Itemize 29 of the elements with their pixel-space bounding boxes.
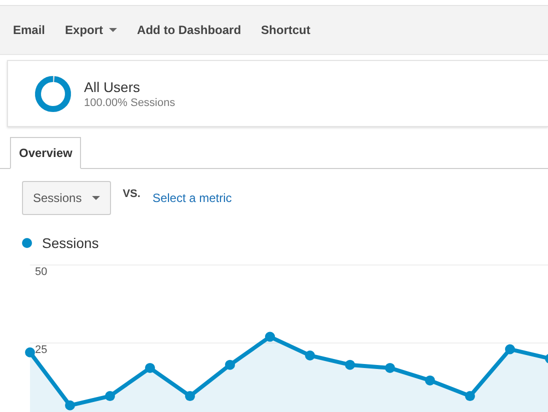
vs-label: VS. [122,188,140,200]
legend-label: Sessions [42,235,99,251]
segment-share: 100.00% Sessions [84,96,176,108]
data-point [25,347,35,358]
data-point [545,354,548,364]
segment-name: All Users [84,78,142,94]
data-point [185,391,195,402]
toolbar-button[interactable]: Shortcut [261,23,310,37]
select-metric-link[interactable]: Select a metric [152,191,232,205]
data-point [505,344,515,354]
data-point [305,350,315,360]
data-point [265,332,275,342]
data-point [145,362,155,373]
toolbar-button[interactable]: Add to Dashboard [137,23,242,37]
data-point [425,375,435,386]
y-tick-label: 50 [35,266,48,278]
tab[interactable]: Overview [10,137,82,169]
toolbar-button[interactable]: Export [65,23,118,37]
data-point [465,391,475,402]
data-point [225,360,235,370]
toolbar-button[interactable]: Email [13,23,46,37]
data-point [345,360,355,370]
metric-dropdown[interactable]: Sessions [22,181,111,215]
y-tick-label: 25 [35,344,48,356]
data-point [385,362,395,373]
data-point [105,391,115,402]
donut-icon [34,74,72,112]
caret-icon [92,196,100,200]
data-point [65,400,75,410]
